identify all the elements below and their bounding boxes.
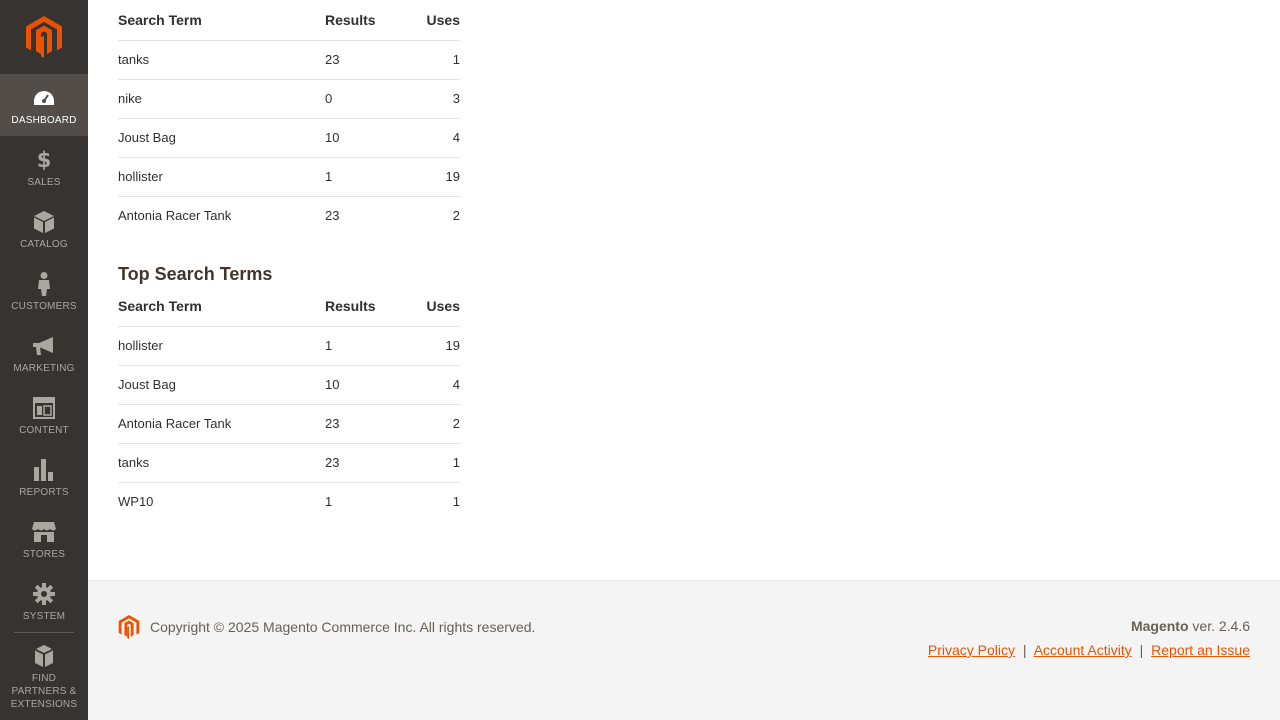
- sidebar-item-label: Customers: [11, 301, 77, 312]
- admin-sidebar: Dashboard $ Sales Catalog Customers Mark…: [0, 0, 88, 720]
- table-row[interactable]: nike 0 3: [118, 78, 460, 118]
- top-search-terms-title: Top Search Terms: [118, 264, 273, 284]
- search-term-cell: tanks: [118, 39, 325, 79]
- results-cell: 23: [325, 442, 395, 482]
- uses-cell: 2: [395, 195, 460, 235]
- bar-chart-icon: [32, 458, 56, 482]
- search-term-cell: Joust Bag: [118, 117, 325, 157]
- dollar-icon: $: [36, 148, 52, 172]
- search-term-cell: hollister: [118, 325, 325, 365]
- table-row[interactable]: Antonia Racer Tank 23 2: [118, 195, 460, 235]
- search-term-cell: Joust Bag: [118, 364, 325, 404]
- uses-cell: 1: [395, 39, 460, 79]
- privacy-policy-link[interactable]: Privacy Policy: [928, 642, 1015, 658]
- results-cell: 1: [325, 481, 395, 521]
- magento-version: Magento ver. 2.4.6: [1131, 618, 1250, 634]
- sidebar-item-label: Sales: [27, 177, 61, 188]
- search-term-cell: Antonia Racer Tank: [118, 195, 325, 235]
- sidebar-item-sales[interactable]: $ Sales: [0, 136, 88, 198]
- results-cell: 23: [325, 195, 395, 235]
- sidebar-item-label: Dashboard: [11, 115, 77, 126]
- sidebar-item-label: Catalog: [20, 239, 68, 250]
- results-cell: 10: [325, 117, 395, 157]
- table-row[interactable]: WP10 1 1: [118, 481, 460, 521]
- uses-cell: 4: [395, 364, 460, 404]
- report-issue-link[interactable]: Report an Issue: [1151, 642, 1250, 658]
- link-separator: |: [1139, 642, 1144, 658]
- uses-cell: 4: [395, 117, 460, 157]
- uses-cell: 1: [395, 481, 460, 521]
- sidebar-item-label: Marketing: [13, 363, 75, 374]
- results-cell: 23: [325, 39, 395, 79]
- search-term-cell: hollister: [118, 156, 325, 196]
- sidebar-item-label: Content: [19, 425, 69, 436]
- table-header-row: Search Term Results Uses: [118, 0, 460, 40]
- copyright-text: Copyright © 2025 Magento Commerce Inc. A…: [150, 619, 536, 635]
- magento-footer-logo-icon: [118, 615, 140, 639]
- sidebar-item-label: System: [22, 611, 66, 622]
- gear-icon: [32, 582, 56, 606]
- column-header-search-term[interactable]: Search Term: [118, 286, 325, 326]
- layout-icon: [32, 396, 56, 420]
- search-term-cell: nike: [118, 78, 325, 118]
- uses-cell: 3: [395, 78, 460, 118]
- results-cell: 23: [325, 403, 395, 443]
- sidebar-item-system[interactable]: System: [0, 570, 88, 632]
- column-header-results[interactable]: Results: [325, 0, 395, 40]
- column-header-results[interactable]: Results: [325, 286, 395, 326]
- sidebar-item-find-partners[interactable]: Find Partners & Extensions: [0, 632, 88, 720]
- version-text: ver. 2.4.6: [1188, 618, 1250, 634]
- search-term-cell: Antonia Racer Tank: [118, 403, 325, 443]
- search-term-cell: WP10: [118, 481, 325, 521]
- column-header-uses[interactable]: Uses: [395, 286, 460, 326]
- table-row[interactable]: hollister 1 19: [118, 156, 460, 196]
- person-icon: [32, 272, 56, 296]
- results-cell: 0: [325, 78, 395, 118]
- column-header-search-term[interactable]: Search Term: [118, 0, 325, 40]
- results-cell: 1: [325, 325, 395, 365]
- uses-cell: 19: [395, 156, 460, 196]
- footer-links: Privacy Policy | Account Activity | Repo…: [928, 642, 1250, 658]
- storefront-icon: [32, 520, 56, 544]
- box-icon: [32, 210, 56, 234]
- sidebar-item-label: Stores: [22, 549, 66, 560]
- table-row[interactable]: Antonia Racer Tank 23 2: [118, 403, 460, 443]
- uses-cell: 1: [395, 442, 460, 482]
- last-search-terms-table: Search Term Results Uses tanks 23 1 nike 0 3 J…: [118, 0, 460, 235]
- table-row[interactable]: Joust Bag 10 4: [118, 364, 460, 404]
- results-cell: 10: [325, 364, 395, 404]
- table-row[interactable]: tanks 23 1: [118, 39, 460, 79]
- magento-logo[interactable]: [0, 0, 88, 74]
- uses-cell: 2: [395, 403, 460, 443]
- magento-logo-icon: [26, 16, 62, 58]
- sidebar-item-stores[interactable]: Stores: [0, 508, 88, 570]
- table-row[interactable]: tanks 23 1: [118, 442, 460, 482]
- sidebar-item-label: Find Partners & Extensions: [10, 673, 78, 710]
- sidebar-item-reports[interactable]: Reports: [0, 446, 88, 508]
- sidebar-item-customers[interactable]: Customers: [0, 260, 88, 322]
- cubes-icon: [32, 644, 56, 668]
- table-row[interactable]: Joust Bag 10 4: [118, 117, 460, 157]
- table-header-row: Search Term Results Uses: [118, 286, 460, 326]
- sidebar-item-catalog[interactable]: Catalog: [0, 198, 88, 260]
- uses-cell: 19: [395, 325, 460, 365]
- footer-copyright: Copyright © 2025 Magento Commerce Inc. A…: [118, 615, 535, 639]
- results-cell: 1: [325, 156, 395, 196]
- link-separator: |: [1022, 642, 1027, 658]
- brand-name: Magento: [1130, 618, 1189, 634]
- account-activity-link[interactable]: Account Activity: [1034, 642, 1132, 658]
- page-footer: Copyright © 2025 Magento Commerce Inc. A…: [88, 580, 1280, 720]
- table-row[interactable]: hollister 1 19: [118, 325, 460, 365]
- sidebar-item-label: Reports: [19, 487, 69, 498]
- column-header-uses[interactable]: Uses: [395, 0, 460, 40]
- sidebar-item-content[interactable]: Content: [0, 384, 88, 446]
- search-term-cell: tanks: [118, 442, 325, 482]
- sidebar-item-marketing[interactable]: Marketing: [0, 322, 88, 384]
- megaphone-icon: [32, 334, 56, 358]
- dashboard-icon: [32, 86, 56, 110]
- sidebar-item-dashboard[interactable]: Dashboard: [0, 74, 88, 136]
- top-search-terms-table: Search Term Results Uses hollister 1 19 Jou…: [118, 286, 460, 521]
